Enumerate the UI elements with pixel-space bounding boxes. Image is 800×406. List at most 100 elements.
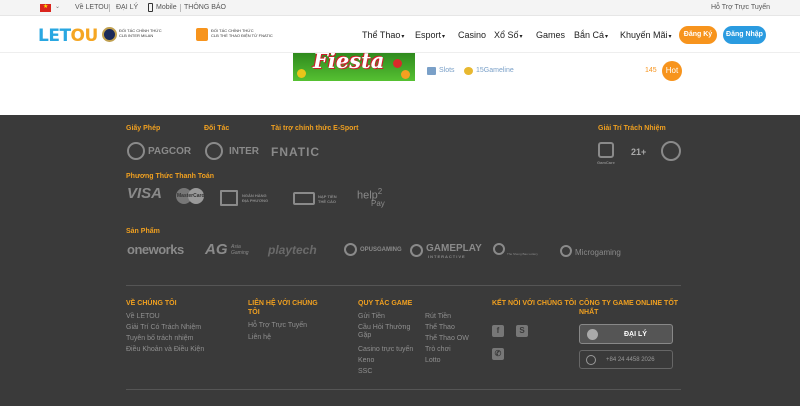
skype-icon[interactable]: S xyxy=(516,325,528,337)
mobile-link[interactable]: Mobile xyxy=(156,4,177,12)
online-support-link[interactable]: Hỗ Trợ Trực Tuyến xyxy=(711,4,770,12)
divider xyxy=(109,4,110,12)
top-utility-bar: ★ ⌄ Về LETOU ĐẠI LÝ Mobile THÔNG BÁO Hỗ … xyxy=(0,0,800,16)
login-button[interactable]: Đăng Nhập xyxy=(723,26,766,44)
contact-col-heading: LIÊN HỆ VỚI CHÚNG TÔI xyxy=(248,300,318,316)
company-col-heading: CÔNG TY GAME ONLINE TỐT NHẤT xyxy=(579,300,679,316)
player-count: 145 xyxy=(645,67,657,74)
caret-down-icon: ▾ xyxy=(401,34,405,40)
age-restriction: 21+ xyxy=(631,147,647,157)
help2pay-logo: help2 Pay xyxy=(357,187,385,208)
fnatic-logo-icon xyxy=(196,28,208,41)
register-button[interactable]: Đăng Ký xyxy=(679,26,717,44)
gameplay-icon xyxy=(410,244,423,257)
oneworks-logo: oneworks xyxy=(127,242,184,257)
footer-link-deposit[interactable]: Gửi Tiền xyxy=(358,313,385,321)
notice-link[interactable]: THÔNG BÁO xyxy=(184,4,226,12)
game-title-art: Fiesta xyxy=(313,53,385,73)
visa-logo: VISA xyxy=(127,185,163,202)
site-footer xyxy=(0,115,800,406)
game-category: Slots xyxy=(439,67,455,74)
products-heading: Sản Phẩm xyxy=(126,228,160,235)
phone-icon xyxy=(586,355,596,365)
gamcare-label: GamCare xyxy=(597,160,615,165)
provider-coins-icon xyxy=(464,67,473,75)
footer-link-keno[interactable]: Keno xyxy=(358,357,374,365)
footer-link-faq[interactable]: Cầu Hỏi Thường Gặp xyxy=(358,324,420,340)
mastercard-logo: MasterCard xyxy=(177,193,205,199)
connect-col-heading: KẾT NỐI VỚI CHÚNG TÔI xyxy=(492,300,577,307)
game-provider: 15Gameline xyxy=(476,67,514,74)
chevron-down-icon[interactable]: ⌄ xyxy=(55,3,60,10)
scratch-card-logo: NẠP TIỀN THẺ CÀO xyxy=(318,194,337,204)
opus-gaming-icon xyxy=(344,243,357,256)
footer-link-responsible[interactable]: Giải Trí Có Trách Nhiệm xyxy=(126,324,201,332)
footer-link-contact[interactable]: Liên hệ xyxy=(248,334,271,342)
footer-link-live-casino[interactable]: Casino trực tuyến xyxy=(358,346,413,354)
footer-link-ssc[interactable]: SSC xyxy=(358,368,372,376)
hotline-number: +84 24 4458 2026 xyxy=(606,357,655,363)
lottery-provider-logo: The Sheng Bao Lottery xyxy=(507,252,538,256)
letou-logo[interactable]: LETOU xyxy=(38,26,98,46)
caret-down-icon: ▾ xyxy=(519,34,523,40)
responsible-gaming-heading: Giải Trí Trách Nhiệm xyxy=(598,125,666,132)
caret-down-icon: ▾ xyxy=(605,34,609,40)
nav-esport[interactable]: Esport▾ xyxy=(415,30,445,40)
nav-promotions[interactable]: Khuyến Mãi▾ xyxy=(620,30,672,40)
footer-link-support[interactable]: Hỗ Trợ Trực Tuyến xyxy=(248,322,307,330)
nav-casino[interactable]: Casino xyxy=(458,30,486,40)
pagcor-logo: PAGCOR xyxy=(148,146,192,157)
agent-link[interactable]: ĐẠI LÝ xyxy=(116,4,138,12)
footer-link-disclaimer[interactable]: Tuyên bố trách nhiệm xyxy=(126,335,193,343)
hand-stop-icon xyxy=(661,141,681,161)
footer-link-terms[interactable]: Điều Khoản và Điều Kiện xyxy=(126,346,204,354)
footer-link-games[interactable]: Trò chơi xyxy=(425,346,451,354)
footer-link-about[interactable]: Về LETOU xyxy=(126,313,160,321)
pagcor-seal-icon xyxy=(127,142,145,160)
inter-milan-badge-icon xyxy=(102,27,117,42)
about-col-heading: VỀ CHÚNG TÔI xyxy=(126,300,177,307)
footer-link-sports-ow[interactable]: Thể Thao OW xyxy=(425,335,469,343)
nav-games[interactable]: Games xyxy=(536,30,565,40)
footer-link-sports[interactable]: Thể Thao xyxy=(425,324,455,332)
phone-icon[interactable]: ✆ xyxy=(492,348,504,360)
caret-down-icon: ▾ xyxy=(668,34,672,40)
footer-link-lotto[interactable]: Lotto xyxy=(425,357,441,365)
local-bank-logo: NGÂN HÀNG ĐỊA PHƯƠNG xyxy=(242,193,269,203)
nav-sports[interactable]: Thể Thao▾ xyxy=(362,30,404,40)
gamcare-icon xyxy=(598,142,614,158)
microgaming-logo: Microgaming xyxy=(575,248,621,257)
inter-partner-text: ĐỐI TÁC CHÍNH THỨC CLB INTER MILAN xyxy=(119,28,162,38)
hot-badge: Hot xyxy=(662,61,682,81)
payment-heading: Phương Thức Thanh Toán xyxy=(126,173,215,180)
slot-machine-icon xyxy=(427,67,436,75)
about-link[interactable]: Về LETOU xyxy=(75,4,109,12)
inter-badge-icon xyxy=(205,142,223,160)
microgaming-icon xyxy=(560,245,572,257)
scratch-card-icon xyxy=(293,192,315,205)
agent-handshake-icon xyxy=(587,329,598,340)
nav-lottery[interactable]: Xổ Số▾ xyxy=(494,30,523,40)
vietnam-flag-icon[interactable]: ★ xyxy=(40,4,51,12)
footer-link-withdraw[interactable]: Rút Tiền xyxy=(425,313,451,321)
nav-fishing[interactable]: Bắn Cá▾ xyxy=(574,30,608,40)
divider xyxy=(180,4,181,12)
bank-building-icon xyxy=(220,190,238,206)
partner-heading: Đối Tác xyxy=(204,125,230,132)
fnatic-logo: FNATIC xyxy=(271,145,321,159)
main-header: LETOU ĐỐI TÁC CHÍNH THỨC CLB INTER MILAN … xyxy=(0,17,800,53)
rules-col-heading: QUY TẮC GAME xyxy=(358,300,413,307)
asia-gaming-sub: Asia Gaming xyxy=(231,244,249,256)
playtech-logo: playtech xyxy=(268,243,317,257)
gameplay-sub: INTERACTIVE xyxy=(428,254,466,259)
game-thumbnail[interactable]: Fiesta xyxy=(293,53,415,81)
agent-button[interactable]: ĐẠI LÝ xyxy=(579,324,673,344)
caret-down-icon: ▾ xyxy=(442,34,446,40)
esport-heading: Tài trợ chính thức E-Sport xyxy=(271,125,359,132)
footer-divider xyxy=(126,389,681,390)
asia-gaming-logo: AG xyxy=(205,241,228,258)
license-heading: Giấy Phép xyxy=(126,125,161,132)
opus-gaming-logo: OPUSGAMING xyxy=(360,247,402,253)
gameplay-logo: GAMEPLAY xyxy=(426,243,482,254)
facebook-icon[interactable]: f xyxy=(492,325,504,337)
